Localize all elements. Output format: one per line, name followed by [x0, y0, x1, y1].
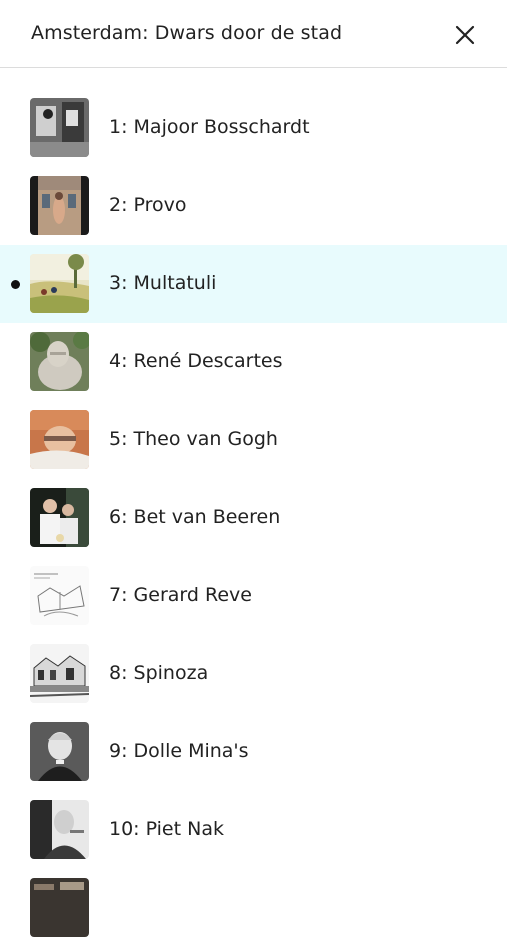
list-item-2[interactable]: 2: Provo — [0, 167, 507, 245]
list-item-label: 10: Piet Nak — [109, 818, 224, 840]
thumbnail-image — [30, 332, 89, 391]
list-item-label: 4: René Descartes — [109, 350, 283, 372]
list-item-10[interactable]: 10: Piet Nak — [0, 791, 507, 869]
list-item-5[interactable]: 5: Theo van Gogh — [0, 401, 507, 479]
list-item-label: 6: Bet van Beeren — [109, 506, 281, 528]
page-title: Amsterdam: Dwars door de stad — [31, 22, 343, 44]
thumbnail-image — [30, 176, 89, 235]
list-item-4[interactable]: 4: René Descartes — [0, 323, 507, 401]
list-item-11[interactable] — [0, 869, 507, 947]
list-item-label: 8: Spinoza — [109, 662, 209, 684]
list-item-3[interactable]: 3: Multatuli — [0, 245, 507, 323]
list-item-label: 7: Gerard Reve — [109, 584, 252, 606]
list-item-label: 3: Multatuli — [109, 272, 217, 294]
list-item-7[interactable]: 7: Gerard Reve — [0, 557, 507, 635]
list-item-8[interactable]: 8: Spinoza — [0, 635, 507, 713]
list-item-label: 1: Majoor Bosschardt — [109, 116, 310, 138]
list-item-9[interactable]: 9: Dolle Mina's — [0, 713, 507, 791]
header: Amsterdam: Dwars door de stad — [0, 0, 507, 68]
list-item-6[interactable]: 6: Bet van Beeren — [0, 479, 507, 557]
thumbnail-image — [30, 254, 89, 313]
thumbnail-image — [30, 566, 89, 625]
thumbnail-image — [30, 410, 89, 469]
thumbnail-image — [30, 878, 89, 937]
list-item-label: 9: Dolle Mina's — [109, 740, 249, 762]
list-item-label: 5: Theo van Gogh — [109, 428, 278, 450]
thumbnail-image — [30, 488, 89, 547]
list-item-label: 2: Provo — [109, 194, 187, 216]
close-icon — [455, 25, 475, 45]
thumbnail-image — [30, 644, 89, 703]
thumbnail-image — [30, 722, 89, 781]
thumbnail-image — [30, 98, 89, 157]
active-indicator — [11, 280, 20, 289]
list-item-1[interactable]: 1: Majoor Bosschardt — [0, 89, 507, 167]
thumbnail-image — [30, 800, 89, 859]
close-button[interactable] — [449, 19, 481, 51]
